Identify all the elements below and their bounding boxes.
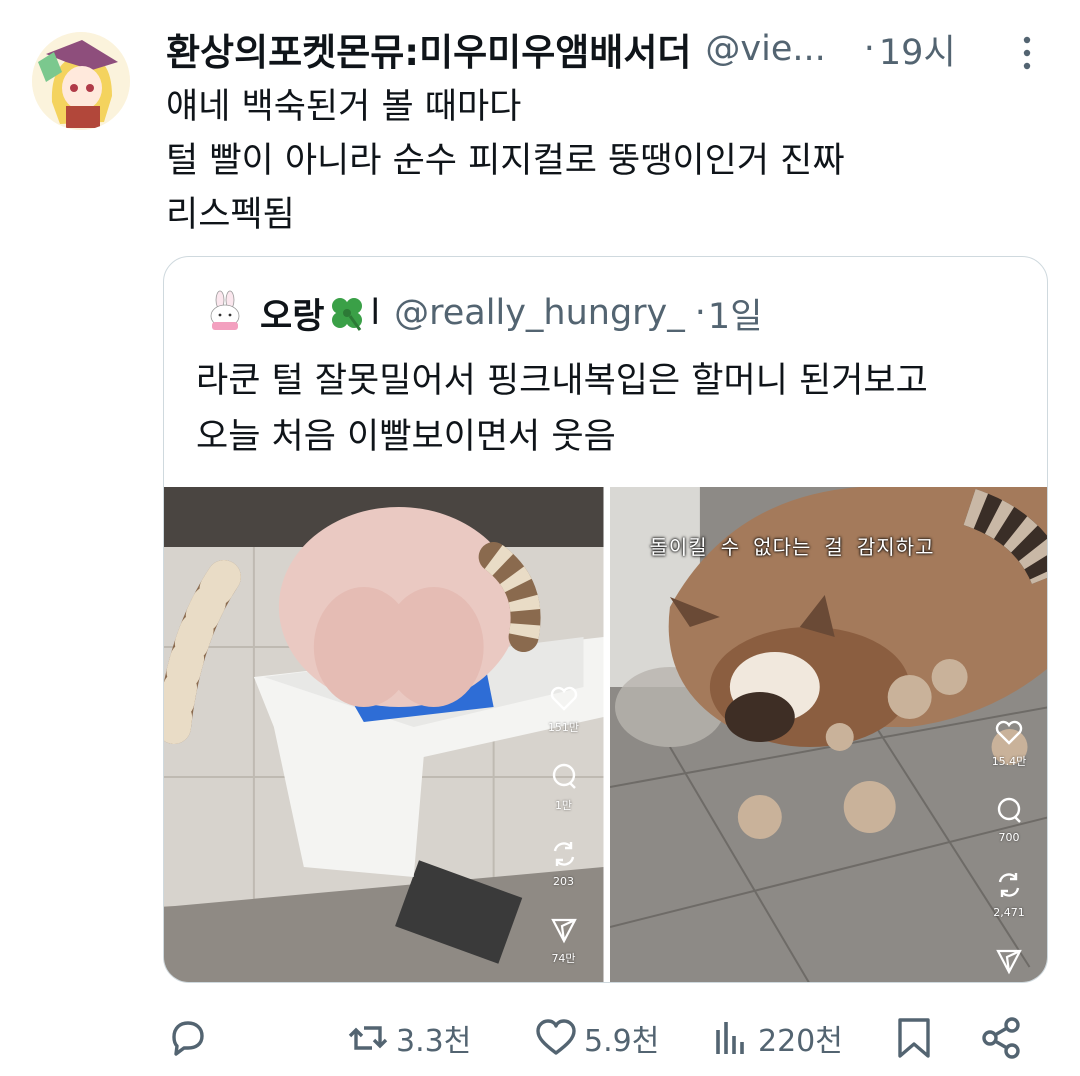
likes-count: 151만 (547, 721, 580, 734)
quoted-tweet-timestamp[interactable]: 1일 (708, 288, 762, 339)
repost-icon[interactable] (994, 870, 1024, 900)
comments-count: 1만 (554, 799, 573, 812)
quoted-name-suffix: l (370, 293, 381, 333)
quoted-author-handle[interactable]: @really_hungry_ (394, 293, 685, 333)
share-button[interactable] (980, 1008, 1024, 1068)
reply-icon (172, 1021, 204, 1056)
like-count: 5.9천 (584, 1024, 660, 1059)
video-caption: 돌이킬 수 없다는 걸 감지하고 (649, 535, 935, 559)
quoted-text-line: 오늘 처음 이빨보이면서 웃음 (196, 417, 616, 457)
more-options-icon[interactable] (1018, 34, 1036, 74)
author-display-name[interactable]: 환상의포켓몬뮤:미우미우앰배서더 (166, 22, 691, 76)
quoted-tweet-text: 라쿤 털 잘못밀어서 핑크내복입은 할머니 된거보고 오늘 처음 이빨보이면서 … (196, 353, 1026, 465)
send-icon[interactable] (549, 914, 579, 944)
retweet-count: 3.3천 (396, 1024, 472, 1059)
reply-button[interactable] (166, 1008, 210, 1068)
author-handle[interactable]: @vie... (705, 29, 825, 69)
author-avatar[interactable] (32, 32, 130, 130)
heart-icon (536, 1019, 576, 1055)
quoted-author-display-name[interactable]: 오랑 (260, 288, 324, 339)
raccoon-sink-photo (164, 487, 604, 982)
quoted-tweet-header: 오랑 l @really_hungry_ · 1일 (200, 283, 762, 343)
reposts-count: 203 (553, 875, 574, 888)
likes-count: 15.4만 (991, 755, 1027, 768)
comment-icon[interactable] (549, 761, 579, 791)
bookmark-icon (898, 1018, 930, 1058)
quoted-media-grid: 151만 1만 203 74만 돌이킬 수 없다는 걸 감지하고 15.4만 7… (164, 487, 1047, 982)
tweet-text: 얘네 백숙된거 볼 때마다 털 빨이 아니라 순수 피지컬로 뚱땡이인거 진짜 … (166, 80, 1046, 242)
quoted-header-separator: · (694, 293, 706, 333)
raccoon-floor-photo (609, 487, 1047, 982)
heart-icon[interactable] (549, 683, 579, 713)
tweet-header: 환상의포켓몬뮤:미우미우앰배서더 @vie... · 19시 (166, 24, 1046, 74)
views-button[interactable]: 220천 (708, 1008, 843, 1068)
heart-icon[interactable] (994, 717, 1024, 747)
like-button[interactable]: 5.9천 (534, 1008, 659, 1068)
retweet-icon (348, 1026, 388, 1050)
retweet-button[interactable]: 3.3천 (346, 1008, 471, 1068)
tweet-text-line: 얘네 백숙된거 볼 때마다 (166, 87, 522, 127)
quoted-tweet[interactable]: 오랑 l @really_hungry_ · 1일 라쿤 털 잘못밀어서 핑크내… (163, 256, 1048, 983)
repost-icon[interactable] (549, 839, 579, 869)
view-count: 220천 (758, 1024, 843, 1059)
views-icon (716, 1022, 744, 1054)
media-image-right[interactable]: 돌이킬 수 없다는 걸 감지하고 15.4만 700 2,471 (609, 487, 1047, 982)
tweet-action-bar: 3.3천 5.9천 220천 (0, 1008, 1080, 1068)
tweet-timestamp[interactable]: 19시 (879, 24, 956, 75)
four-leaf-clover-icon (332, 298, 363, 331)
video-stats-overlay: 15.4만 700 2,471 (987, 717, 1031, 975)
quoted-text-line: 라쿤 털 잘못밀어서 핑크내복입은 할머니 된거보고 (196, 361, 928, 401)
comment-icon[interactable] (994, 795, 1024, 825)
share-icon (982, 1017, 1020, 1059)
tweet-text-line: 리스펙됨 (166, 195, 295, 235)
send-icon[interactable] (994, 945, 1024, 975)
header-separator: · (863, 29, 875, 69)
tweet-text-line: 털 빨이 아니라 순수 피지컬로 뚱땡이인거 진짜 (166, 141, 845, 181)
media-image-left[interactable]: 151만 1만 203 74만 (164, 487, 604, 982)
reposts-count: 2,471 (993, 906, 1025, 919)
shares-count: 74만 (551, 952, 576, 965)
bookmark-button[interactable] (892, 1008, 936, 1068)
quoted-author-avatar[interactable] (200, 288, 250, 338)
comments-count: 700 (998, 831, 1020, 844)
video-stats-overlay: 151만 1만 203 74만 (542, 683, 586, 982)
